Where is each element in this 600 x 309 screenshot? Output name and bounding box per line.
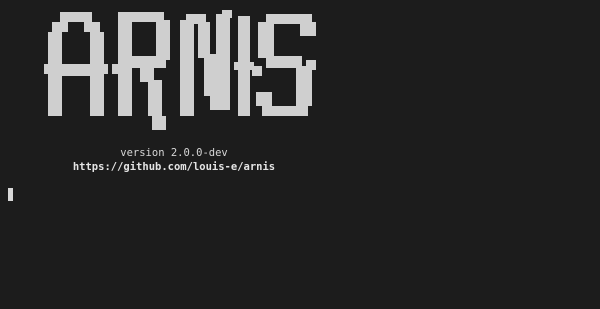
logo-letter-s (252, 14, 316, 116)
version-label: version 2.0.0-dev (120, 147, 228, 159)
terminal-window[interactable]: version 2.0.0-dev https://github.com/lou… (0, 0, 600, 309)
logo-letter-a (44, 12, 108, 116)
logo-letter-i (234, 16, 254, 116)
logo-letter-n (180, 10, 232, 116)
arnis-ascii-logo (0, 0, 600, 140)
logo-letter-r (112, 12, 170, 130)
block-cursor-icon (8, 188, 13, 201)
repo-url-link[interactable]: https://github.com/louis-e/arnis (0, 161, 348, 174)
